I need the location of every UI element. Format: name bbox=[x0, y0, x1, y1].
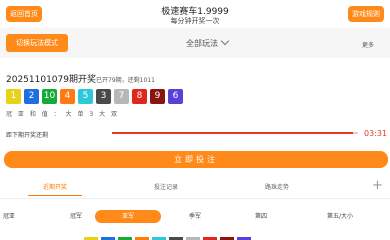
tab-bar: 近期开奖 投注记录 路珠走势 + bbox=[0, 178, 390, 199]
plus-icon[interactable]: + bbox=[372, 178, 383, 194]
page-subtitle: 每分钟开奖一次 bbox=[170, 17, 220, 25]
countdown-time: 03:31 bbox=[364, 129, 388, 138]
countdown-progress-fill bbox=[112, 132, 354, 134]
play-type-label: 全部玩法 bbox=[186, 39, 218, 48]
result-ball: 7 bbox=[114, 89, 129, 104]
toolbar: 切换玩法模式 全部玩法 更多 bbox=[0, 28, 390, 58]
result-ball: 2 bbox=[24, 89, 39, 104]
countdown-label: 距下期开奖还剩 bbox=[6, 132, 49, 139]
more-menu[interactable]: 更多 bbox=[362, 40, 374, 49]
result-ball: 4 bbox=[60, 89, 75, 104]
chip-fifth[interactable]: 第五/大小 bbox=[318, 210, 362, 223]
result-ball: 10 bbox=[42, 89, 57, 104]
bet-button[interactable]: 立即投注 bbox=[4, 151, 388, 168]
switch-mode-button[interactable]: 切换玩法模式 bbox=[6, 34, 68, 52]
result-balls: 1 2 10 4 5 3 7 8 9 6 bbox=[6, 89, 183, 104]
result-ball: 9 bbox=[150, 89, 165, 104]
chip-third[interactable]: 季军 bbox=[175, 210, 215, 223]
issue-label: 期开奖 bbox=[69, 75, 97, 85]
tab-active-underline bbox=[28, 195, 82, 196]
issue-detail: 已开79期，还剩1011 bbox=[96, 77, 155, 84]
chip-fourth[interactable]: 第四 bbox=[241, 210, 281, 223]
result-ball: 8 bbox=[132, 89, 147, 104]
result-ball: 6 bbox=[168, 89, 183, 104]
issue-number: 20251101079 bbox=[6, 75, 69, 85]
issue-info: 20251101079期开奖已开79期，还剩1011 bbox=[6, 72, 155, 85]
result-ball: 3 bbox=[96, 89, 111, 104]
chip-runner-up[interactable]: 亚军 bbox=[95, 210, 161, 223]
tab-recent-results[interactable]: 近期开奖 bbox=[35, 182, 75, 191]
chip-guanya[interactable]: 冠亚 bbox=[0, 210, 29, 223]
chevron-down-icon bbox=[220, 36, 230, 46]
result-stats: 冠 亚 和 值 ： 大 单 3 大 双 bbox=[6, 111, 119, 118]
result-ball: 1 bbox=[6, 89, 21, 104]
result-ball: 5 bbox=[78, 89, 93, 104]
tab-bet-records[interactable]: 投注记录 bbox=[146, 182, 186, 191]
tab-trend[interactable]: 路珠走势 bbox=[257, 182, 297, 191]
countdown-progress bbox=[112, 132, 358, 134]
rules-button[interactable]: 游戏规则 bbox=[348, 6, 384, 22]
play-type-select[interactable]: 全部玩法 bbox=[186, 36, 230, 49]
chip-champion[interactable]: 冠军 bbox=[56, 210, 96, 223]
